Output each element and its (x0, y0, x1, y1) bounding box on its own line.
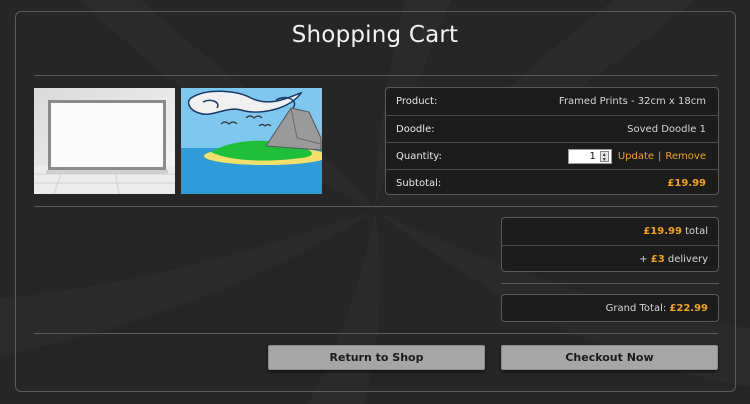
quantity-controls: 1 ▴ ▾ Update | Remove (567, 148, 706, 164)
doodle-label: Doodle: (396, 123, 435, 135)
delivery-suffix: delivery (667, 253, 708, 265)
grand-total-box: Grand Total: £22.99 (501, 294, 719, 322)
doodle-value: Soved Doodle 1 (627, 123, 706, 135)
quantity-row: Quantity: 1 ▴ ▾ Update | Remove (386, 142, 718, 169)
divider-bottom (34, 333, 718, 334)
grand-total-amount: £22.99 (669, 303, 708, 314)
quantity-label: Quantity: (396, 150, 442, 162)
framed-print-photo (34, 88, 175, 194)
quantity-stepper[interactable]: 1 ▴ ▾ (567, 148, 612, 164)
total-row: £19.99 total (502, 218, 718, 245)
totals-box: £19.99 total + £3 delivery (501, 217, 719, 272)
divider-summary (501, 283, 719, 284)
link-separator: | (658, 150, 662, 162)
subtotal-row: Subtotal: £19.99 (386, 169, 718, 194)
divider-top (34, 75, 718, 76)
product-value: Framed Prints - 32cm x 18cm (558, 96, 706, 107)
product-row: Product: Framed Prints - 32cm x 18cm (386, 88, 718, 115)
total-suffix: total (685, 226, 708, 237)
grand-total-label: Grand Total: (605, 303, 667, 314)
total-amount: £19.99 (643, 226, 682, 237)
delivery-prefix: + (639, 253, 648, 265)
doodle-row: Doodle: Soved Doodle 1 (386, 115, 718, 142)
return-to-shop-button[interactable]: Return to Shop (268, 345, 485, 370)
divider-middle (34, 206, 718, 207)
subtotal-label: Subtotal: (396, 177, 442, 189)
remove-link[interactable]: Remove (665, 151, 706, 162)
delivery-amount: £3 (650, 253, 665, 265)
doodle-image (181, 88, 322, 194)
page-title: Shopping Cart (291, 22, 459, 48)
delivery-row: + £3 delivery (502, 245, 718, 271)
subtotal-value: £19.99 (667, 177, 706, 189)
product-details-table: Product: Framed Prints - 32cm x 18cm Doo… (385, 87, 719, 195)
cart-panel (15, 11, 736, 392)
checkout-now-button[interactable]: Checkout Now (501, 345, 718, 370)
grand-total-row: Grand Total: £22.99 (502, 295, 718, 321)
product-label: Product: (396, 96, 438, 107)
update-link[interactable]: Update (618, 151, 654, 162)
quantity-value: 1 (589, 150, 596, 162)
spin-arrows-icon[interactable]: ▴ ▾ (599, 150, 609, 162)
